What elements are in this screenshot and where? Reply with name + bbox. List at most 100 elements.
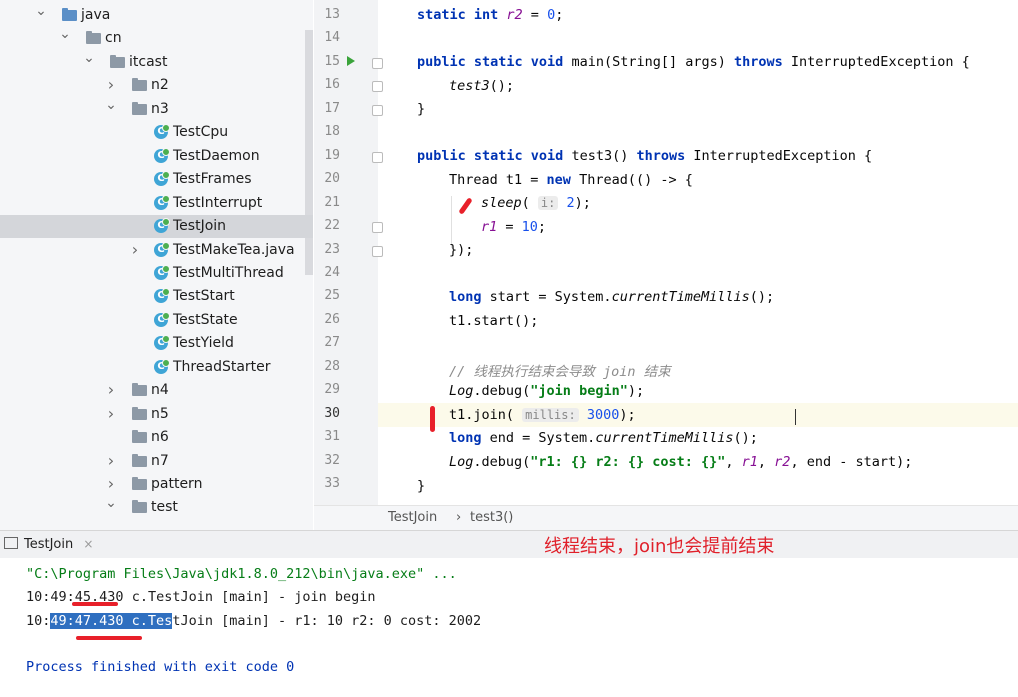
console-finished-line: Process finished with exit code 0 xyxy=(26,659,295,675)
tree-item-label: test xyxy=(151,499,178,516)
folder-icon xyxy=(132,477,147,490)
tree-item-itcast[interactable]: ⌄ itcast xyxy=(0,50,313,74)
java-class-icon: C xyxy=(154,171,170,187)
console-line-2: 10:49:47.430 c.TestJoin [main] - r1: 10 … xyxy=(26,613,482,629)
line-number: 19 xyxy=(324,147,340,163)
code-line-25[interactable]: long start = System.currentTimeMillis(); xyxy=(449,289,774,305)
tree-item-pattern[interactable]: › pattern xyxy=(0,473,313,496)
tree-item-label: TestMultiThread xyxy=(173,264,284,281)
tree-item-testmaketea-java[interactable]: › C TestMakeTea.java xyxy=(0,239,313,262)
code-line-28[interactable]: // 线程执行结束会导致 join 结束 xyxy=(449,360,671,380)
folder-icon xyxy=(132,430,147,444)
breadcrumb-method[interactable]: test3() xyxy=(470,510,513,525)
breadcrumb-separator: › xyxy=(456,510,462,525)
tree-item-n4[interactable]: › n4 xyxy=(0,379,313,402)
line-number: 14 xyxy=(324,30,340,46)
tree-item-testcpu[interactable]: C TestCpu xyxy=(0,121,313,144)
param-hint: i: xyxy=(537,196,559,210)
java-class-icon: C xyxy=(154,124,170,140)
tree-item-testinterrupt[interactable]: C TestInterrupt xyxy=(0,192,313,215)
fold-marker-icon[interactable] xyxy=(372,104,383,116)
fold-marker-icon[interactable] xyxy=(372,57,383,69)
breadcrumb-class[interactable]: TestJoin xyxy=(388,510,437,525)
console-icon xyxy=(4,537,18,549)
tree-item-testdaemon[interactable]: C TestDaemon xyxy=(0,145,313,168)
code-line-19[interactable]: public static void test3() throws Interr… xyxy=(417,148,872,164)
tree-item-cn[interactable]: ⌄ cn xyxy=(0,26,313,50)
java-class-icon: C xyxy=(154,288,170,304)
chevron-down-icon[interactable]: ⌄ xyxy=(82,47,96,70)
tree-item-teststart[interactable]: C TestStart xyxy=(0,285,313,308)
fold-marker-icon[interactable] xyxy=(372,245,383,257)
code-line-29[interactable]: Log.debug("join begin"); xyxy=(449,383,644,399)
line-number: 13 xyxy=(324,7,340,22)
tree-item-label: java xyxy=(81,7,111,23)
chevron-down-icon[interactable]: ⌄ xyxy=(58,23,72,46)
tree-item-testyield[interactable]: C TestYield xyxy=(0,332,313,355)
java-class-icon: C xyxy=(154,147,170,163)
console-output[interactable]: "C:\Program Files\Java\jdk1.8.0_212\bin\… xyxy=(0,558,1018,697)
tree-item-label: itcast xyxy=(129,53,168,70)
folder-icon xyxy=(110,54,125,68)
tree-item-n2[interactable]: › n2 xyxy=(0,74,313,97)
fold-marker-icon[interactable] xyxy=(372,81,383,93)
param-hint: millis: xyxy=(522,408,579,422)
line-number: 30 xyxy=(324,405,340,421)
code-line-13[interactable]: static int r2 = 0; xyxy=(417,7,563,23)
chevron-down-icon[interactable]: ⌄ xyxy=(34,0,48,23)
text-selection: 49:47.430 c.Tes xyxy=(50,613,173,629)
chevron-right-icon[interactable]: › xyxy=(104,449,118,472)
tree-item-label: TestYield xyxy=(173,335,234,352)
folder-icon xyxy=(132,500,147,514)
chevron-down-icon[interactable]: ⌄ xyxy=(104,94,118,117)
tree-item-n6[interactable]: n6 xyxy=(0,426,313,449)
code-line-32[interactable]: Log.debug("r1: {} r2: {} cost: {}", r1, … xyxy=(449,454,912,470)
code-line-33[interactable]: } xyxy=(417,478,425,494)
tree-item-testframes[interactable]: C TestFrames xyxy=(0,168,313,191)
tree-item-teststate[interactable]: C TestState xyxy=(0,309,313,332)
code-line-16[interactable]: test3(); xyxy=(449,78,514,94)
console-tab-label: TestJoin xyxy=(24,537,74,552)
code-line-23[interactable]: }); xyxy=(449,242,473,258)
tree-item-label: TestDaemon xyxy=(173,147,260,164)
tree-item-label: ThreadStarter xyxy=(173,358,271,375)
console-tab-testjoin[interactable]: TestJoin × xyxy=(4,537,93,552)
project-tree[interactable]: ⌄ java ⌄ cn ⌄ itcast › n2 ⌄ n3 C TestCpu C TestDaemon… xyxy=(0,0,313,530)
chevron-down-icon[interactable]: ⌄ xyxy=(104,492,118,515)
tree-item-n5[interactable]: › n5 xyxy=(0,403,313,426)
fold-marker-icon[interactable] xyxy=(372,151,383,163)
tree-item-test[interactable]: ⌄ test xyxy=(0,495,313,519)
line-number: 15 xyxy=(324,53,340,69)
tree-item-threadstarter[interactable]: C ThreadStarter xyxy=(0,356,313,379)
folder-icon xyxy=(132,78,147,92)
fold-marker-icon[interactable] xyxy=(372,222,383,234)
code-line-26[interactable]: t1.start(); xyxy=(449,313,538,329)
tree-item-n3[interactable]: ⌄ n3 xyxy=(0,97,313,121)
tree-item-testjoin[interactable]: C TestJoin xyxy=(0,215,313,239)
code-line-15[interactable]: public static void main(String[] args) t… xyxy=(417,54,970,70)
chevron-right-icon[interactable]: › xyxy=(104,402,118,425)
code-line-22[interactable]: r1 = 10; xyxy=(481,219,546,235)
line-number: 21 xyxy=(324,194,340,210)
code-line-21[interactable]: sleep( i: 2); xyxy=(481,195,591,211)
java-class-icon: C xyxy=(154,241,170,257)
tree-item-label: TestFrames xyxy=(173,171,252,188)
line-number: 16 xyxy=(324,77,340,93)
tree-item-n7[interactable]: › n7 xyxy=(0,450,313,473)
code-line-30[interactable]: t1.join( millis: 3000); xyxy=(449,407,636,423)
indent-guide xyxy=(451,196,452,248)
tree-item-label: TestInterrupt xyxy=(173,194,263,211)
tree-item-label: TestMakeTea.java xyxy=(173,241,295,258)
tree-item-label: TestCpu xyxy=(173,124,229,141)
tree-item-testmultithread[interactable]: C TestMultiThread xyxy=(0,262,313,285)
run-tool-window-header: TestJoin × xyxy=(0,530,1018,559)
close-icon[interactable]: × xyxy=(83,537,93,551)
run-gutter-icon[interactable] xyxy=(347,56,355,66)
code-line-31[interactable]: long end = System.currentTimeMillis(); xyxy=(449,430,758,446)
tree-item-java[interactable]: ⌄ java xyxy=(0,3,313,27)
code-line-17[interactable]: } xyxy=(417,101,425,117)
folder-icon xyxy=(132,383,147,397)
chevron-right-icon[interactable]: › xyxy=(128,238,142,261)
chevron-right-icon[interactable]: › xyxy=(104,378,118,401)
code-line-20[interactable]: Thread t1 = new Thread(() -> { xyxy=(449,172,693,188)
